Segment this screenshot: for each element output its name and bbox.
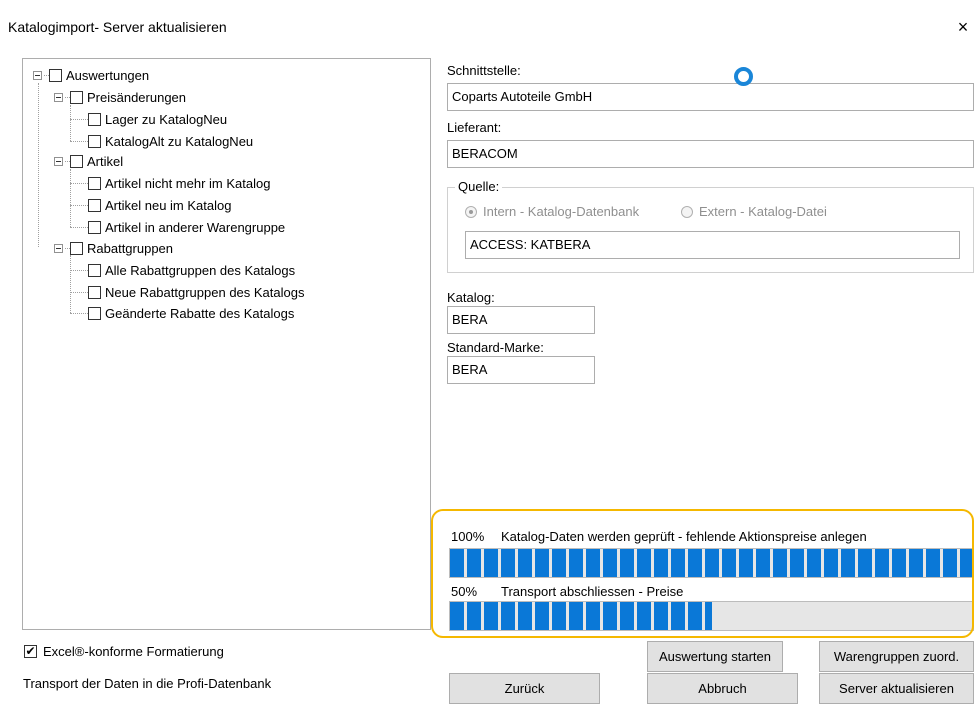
tree-checkbox[interactable] xyxy=(88,112,101,126)
quelle-group xyxy=(447,187,974,273)
tree-item-label: Artikel xyxy=(87,153,124,169)
quelle-label: Quelle: xyxy=(455,179,503,194)
tree-item-preisaenderungen[interactable]: Preisänderungen xyxy=(54,88,186,106)
report-tree[interactable]: Auswertungen Preisänderungen Lager zu Ka… xyxy=(22,58,431,630)
tree-checkbox[interactable] xyxy=(88,176,101,190)
excel-format-label: Excel®-konforme Formatierung xyxy=(43,644,224,659)
radio-intern[interactable]: Intern - Katalog-Datenbank xyxy=(465,204,639,219)
collapse-icon[interactable] xyxy=(54,156,63,166)
progress-1-label: Katalog-Daten werden geprüft - fehlende … xyxy=(501,529,867,544)
tree-item-rabattgruppen[interactable]: Rabattgruppen xyxy=(54,239,173,257)
marke-field[interactable]: BERA xyxy=(447,356,595,384)
lieferant-field[interactable]: BERACOM xyxy=(447,140,974,168)
progress-bar-2 xyxy=(449,601,974,631)
server-aktualisieren-button[interactable]: Server aktualisieren xyxy=(819,673,974,704)
radio-intern-label: Intern - Katalog-Datenbank xyxy=(483,204,640,219)
tree-item-geaenderte-rabatte[interactable]: Geänderte Rabatte des Katalogs xyxy=(70,304,294,322)
progress-2-text: 50% Transport abschliessen - Preise xyxy=(451,584,683,599)
quelle-field[interactable]: ACCESS: KATBERA xyxy=(465,231,960,259)
tree-item-label: KatalogAlt zu KatalogNeu xyxy=(105,133,254,149)
tree-item-label: Rabattgruppen xyxy=(87,240,174,256)
tree-item-label: Artikel neu im Katalog xyxy=(105,197,232,213)
tree-item-label: Lager zu KatalogNeu xyxy=(105,111,228,127)
radio-extern[interactable]: Extern - Katalog-Datei xyxy=(681,204,827,219)
collapse-icon[interactable] xyxy=(54,243,63,253)
collapse-icon[interactable] xyxy=(33,70,42,80)
schnittstelle-label: Schnittstelle: xyxy=(447,63,521,78)
tree-checkbox[interactable] xyxy=(70,241,83,255)
zurueck-button[interactable]: Zurück xyxy=(449,673,600,704)
progress-bar-2-fill xyxy=(450,602,712,630)
tree-item-label: Neue Rabattgruppen des Katalogs xyxy=(105,284,305,300)
excel-format-checkbox[interactable]: ✔ Excel®-konforme Formatierung xyxy=(24,644,224,659)
status-text: Transport der Daten in die Profi-Datenba… xyxy=(23,676,272,691)
tree-item-neue-rabattgruppen[interactable]: Neue Rabattgruppen des Katalogs xyxy=(70,283,304,301)
tree-checkbox[interactable] xyxy=(88,134,101,148)
tree-checkbox[interactable] xyxy=(88,220,101,234)
tree-checkbox[interactable] xyxy=(88,285,101,299)
tree-checkbox[interactable] xyxy=(49,68,62,82)
radio-extern-label: Extern - Katalog-Datei xyxy=(699,204,827,219)
tree-checkbox[interactable] xyxy=(70,154,83,168)
schnittstelle-field[interactable]: Coparts Autoteile GmbH xyxy=(447,83,974,111)
collapse-icon[interactable] xyxy=(54,92,63,102)
radio-selected-icon[interactable] xyxy=(465,205,477,218)
tree-item-auswertungen[interactable]: Auswertungen xyxy=(33,66,149,84)
marke-label: Standard-Marke: xyxy=(447,340,544,355)
progress-2-label: Transport abschliessen - Preise xyxy=(501,584,684,599)
tree-checkbox[interactable] xyxy=(88,263,101,277)
auswertung-starten-button[interactable]: Auswertung starten xyxy=(647,641,783,672)
tree-item-label: Artikel nicht mehr im Katalog xyxy=(105,175,271,191)
tree-item-artikel[interactable]: Artikel xyxy=(54,152,123,170)
radio-icon[interactable] xyxy=(681,205,693,218)
window-title: Katalogimport- Server aktualisieren xyxy=(8,19,227,35)
progress-bar-1 xyxy=(449,548,974,578)
tree-item-artikel-nicht-mehr[interactable]: Artikel nicht mehr im Katalog xyxy=(70,174,270,192)
tree-item-label: Alle Rabattgruppen des Katalogs xyxy=(105,262,296,278)
progress-2-percent: 50% xyxy=(451,584,478,599)
katalog-label: Katalog: xyxy=(447,290,495,305)
tree-item-label: Artikel in anderer Warengruppe xyxy=(105,219,286,235)
warengruppen-zuordnen-button[interactable]: Warengruppen zuord. xyxy=(819,641,974,672)
tree-item-lager-zu-katalogneu[interactable]: Lager zu KatalogNeu xyxy=(70,110,227,128)
close-icon[interactable]: × xyxy=(952,16,974,38)
tree-item-alle-rabattgruppen[interactable]: Alle Rabattgruppen des Katalogs xyxy=(70,261,295,279)
tree-item-label: Auswertungen xyxy=(66,67,150,83)
abbruch-button[interactable]: Abbruch xyxy=(647,673,798,704)
tree-checkbox[interactable] xyxy=(88,198,101,212)
tree-connector xyxy=(38,83,39,247)
progress-1-text: 100% Katalog-Daten werden geprüft - fehle… xyxy=(451,529,867,544)
tree-checkbox[interactable] xyxy=(88,306,101,320)
busy-indicator-icon xyxy=(734,67,753,86)
checkbox-checked-icon[interactable]: ✔ xyxy=(24,645,37,658)
progress-bar-1-fill xyxy=(450,549,973,577)
tree-checkbox[interactable] xyxy=(70,90,83,104)
katalog-field[interactable]: BERA xyxy=(447,306,595,334)
lieferant-label: Lieferant: xyxy=(447,120,502,135)
tree-item-artikel-neu[interactable]: Artikel neu im Katalog xyxy=(70,196,231,214)
tree-item-katalogalt-zu-katalogneu[interactable]: KatalogAlt zu KatalogNeu xyxy=(70,132,253,150)
progress-1-percent: 100% xyxy=(451,529,485,544)
tree-item-label: Geänderte Rabatte des Katalogs xyxy=(105,305,295,321)
tree-item-label: Preisänderungen xyxy=(87,89,187,105)
tree-item-artikel-andere-warengruppe[interactable]: Artikel in anderer Warengruppe xyxy=(70,218,285,236)
